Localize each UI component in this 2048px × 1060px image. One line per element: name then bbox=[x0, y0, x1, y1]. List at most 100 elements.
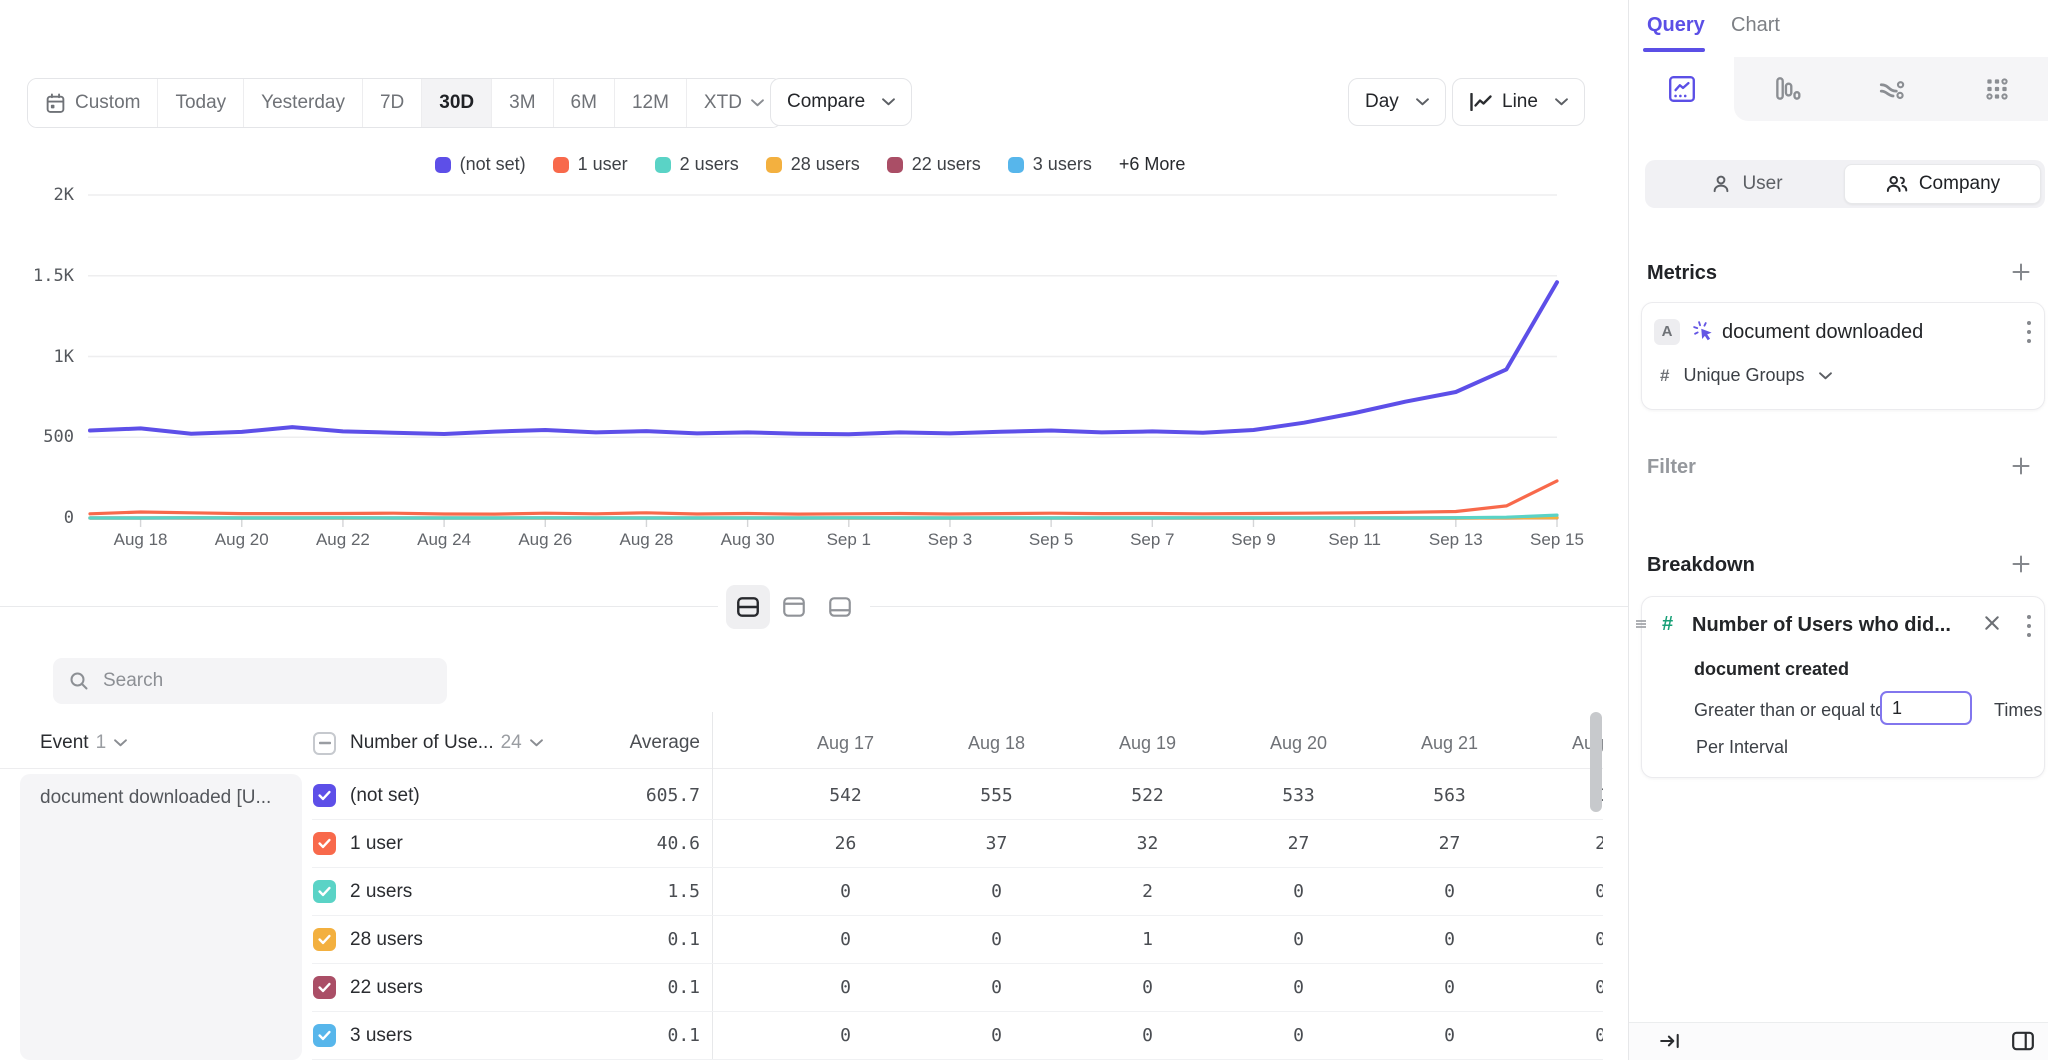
search-input[interactable] bbox=[101, 669, 431, 693]
breakdown-name[interactable]: Number of Users who did... bbox=[1692, 614, 1951, 637]
cell-value: 37 bbox=[921, 820, 1072, 868]
date-column-header: Aug 19 bbox=[1072, 718, 1223, 768]
metric-name[interactable]: document downloaded bbox=[1722, 321, 1923, 344]
chevron-down-icon bbox=[1819, 372, 1832, 380]
users-header-label: Number of Use... bbox=[350, 732, 494, 754]
cell-value: 0 bbox=[1223, 868, 1374, 916]
table-row: 22 users0.1000000 bbox=[0, 964, 1603, 1012]
close-icon[interactable] bbox=[1984, 615, 2000, 636]
breakdown-card[interactable]: # Number of Users who did... document cr… bbox=[1641, 596, 2045, 778]
add-metric-button[interactable] bbox=[2011, 262, 2031, 287]
sidebar-toggle-icon[interactable] bbox=[2011, 1030, 2035, 1057]
compare-button[interactable]: Compare bbox=[770, 78, 912, 126]
range-button-12m[interactable]: 12M bbox=[615, 79, 687, 127]
range-button-xtd[interactable]: XTD bbox=[687, 79, 781, 127]
x-axis-tick-label: Aug 28 bbox=[598, 530, 694, 550]
cell-value: 0 bbox=[921, 1012, 1072, 1060]
legend-item[interactable]: 1 user bbox=[553, 154, 628, 175]
breakdown-unit-label: Times bbox=[1994, 700, 2042, 721]
granularity-button[interactable]: Day bbox=[1348, 78, 1446, 126]
range-button-yesterday[interactable]: Yesterday bbox=[244, 79, 363, 127]
scope-user-segment[interactable]: User bbox=[1649, 164, 1844, 204]
average-value: 40.6 bbox=[540, 820, 700, 868]
cell-value: 0 bbox=[1374, 1012, 1525, 1060]
x-axis-tick-label: Aug 18 bbox=[93, 530, 189, 550]
select-all-checkbox[interactable] bbox=[313, 732, 336, 755]
grid-chart-icon bbox=[1982, 74, 2012, 104]
cell-value: 1 bbox=[1072, 916, 1223, 964]
line-chart-icon bbox=[1667, 74, 1697, 104]
range-button-6m[interactable]: 6M bbox=[554, 79, 615, 127]
view-tab-flow-chart[interactable] bbox=[1839, 57, 1944, 121]
range-button-today[interactable]: Today bbox=[158, 79, 244, 127]
row-checkbox[interactable] bbox=[313, 880, 336, 903]
row-checkbox[interactable] bbox=[313, 928, 336, 951]
breakdown-section-header: Breakdown bbox=[1647, 554, 2048, 580]
scope-company-segment[interactable]: Company bbox=[1844, 164, 2041, 204]
legend-item[interactable]: 2 users bbox=[655, 154, 739, 175]
row-checkbox[interactable] bbox=[313, 1024, 336, 1047]
chevron-down-icon bbox=[1416, 98, 1429, 106]
range-button-3m[interactable]: 3M bbox=[492, 79, 553, 127]
range-button-30d[interactable]: 30D bbox=[422, 79, 492, 127]
cell-value: 0 bbox=[1223, 916, 1374, 964]
legend-item[interactable]: 22 users bbox=[887, 154, 981, 175]
legend-item[interactable]: (not set) bbox=[435, 154, 526, 175]
series-line-1-user bbox=[90, 481, 1557, 514]
breakdown-kebab-menu[interactable] bbox=[2026, 613, 2032, 644]
view-tab-grid-chart[interactable] bbox=[1944, 57, 2048, 121]
legend-label: 22 users bbox=[912, 154, 981, 175]
view-tab-bar-chart[interactable] bbox=[1734, 57, 1839, 121]
collapse-panel-icon[interactable] bbox=[1659, 1031, 1681, 1056]
legend-swatch bbox=[1008, 157, 1024, 173]
scope-company-label: Company bbox=[1919, 173, 2000, 195]
metric-card[interactable]: A document downloaded # Unique Groups bbox=[1641, 302, 2045, 410]
tab-chart[interactable]: Chart bbox=[1731, 14, 1780, 37]
metrics-title: Metrics bbox=[1647, 262, 1717, 284]
legend-item[interactable]: 3 users bbox=[1008, 154, 1092, 175]
legend-more-button[interactable]: +6 More bbox=[1119, 154, 1186, 175]
tab-query[interactable]: Query bbox=[1647, 14, 1705, 37]
metrics-section-header: Metrics bbox=[1647, 262, 2048, 288]
metric-kebab-menu[interactable] bbox=[2026, 319, 2032, 350]
breakdown-value-input[interactable] bbox=[1880, 691, 1972, 725]
row-checkbox[interactable] bbox=[313, 784, 336, 807]
cell-value: 2 bbox=[1072, 868, 1223, 916]
range-button-7d[interactable]: 7D bbox=[363, 79, 422, 127]
results-table: Event 1 Number of Use... 24 Av bbox=[0, 712, 1603, 1060]
cell-value: 0 bbox=[770, 964, 921, 1012]
event-column-header[interactable]: Event 1 bbox=[40, 718, 127, 768]
chart-type-button[interactable]: Line bbox=[1452, 78, 1585, 126]
table-scrollbar[interactable] bbox=[1590, 712, 1602, 812]
legend-label: (not set) bbox=[460, 154, 526, 175]
cell-value: 27 bbox=[1374, 820, 1525, 868]
number-property-icon: # bbox=[1662, 613, 1673, 636]
range-button-custom[interactable]: Custom bbox=[28, 79, 158, 127]
drag-handle-icon[interactable] bbox=[1634, 617, 1648, 636]
layout-split-button[interactable] bbox=[726, 585, 770, 629]
table-row: 1 user40.626373227272 bbox=[0, 820, 1603, 868]
metric-aggregation-selector[interactable]: # Unique Groups bbox=[1660, 365, 1832, 386]
cell-value: 0 bbox=[1525, 868, 1603, 916]
row-checkbox[interactable] bbox=[313, 832, 336, 855]
x-axis-tick-label: Sep 3 bbox=[902, 530, 998, 550]
series-line-3-users bbox=[90, 518, 1557, 519]
breakdown-title-label: Breakdown bbox=[1647, 554, 1755, 576]
breakdown-event-name[interactable]: document created bbox=[1694, 659, 1849, 680]
y-axis-tick-label: 1.5K bbox=[8, 266, 74, 286]
series-label: 2 users bbox=[350, 868, 412, 916]
row-checkbox[interactable] bbox=[313, 976, 336, 999]
layout-chart-only-button[interactable] bbox=[772, 585, 816, 629]
layout-table-only-button[interactable] bbox=[818, 585, 862, 629]
average-value: 1.5 bbox=[540, 868, 700, 916]
flow-chart-icon bbox=[1877, 74, 1907, 104]
add-breakdown-button[interactable] bbox=[2011, 554, 2031, 579]
view-tab-line-chart[interactable] bbox=[1629, 57, 1734, 121]
legend-item[interactable]: 28 users bbox=[766, 154, 860, 175]
cell-value: 563 bbox=[1374, 772, 1525, 820]
range-label: 3M bbox=[509, 92, 535, 114]
users-column-header[interactable]: Number of Use... 24 bbox=[313, 718, 543, 768]
cell-value: 0 bbox=[1072, 1012, 1223, 1060]
series-line-2-users bbox=[90, 515, 1557, 518]
add-filter-button[interactable] bbox=[2011, 456, 2031, 481]
